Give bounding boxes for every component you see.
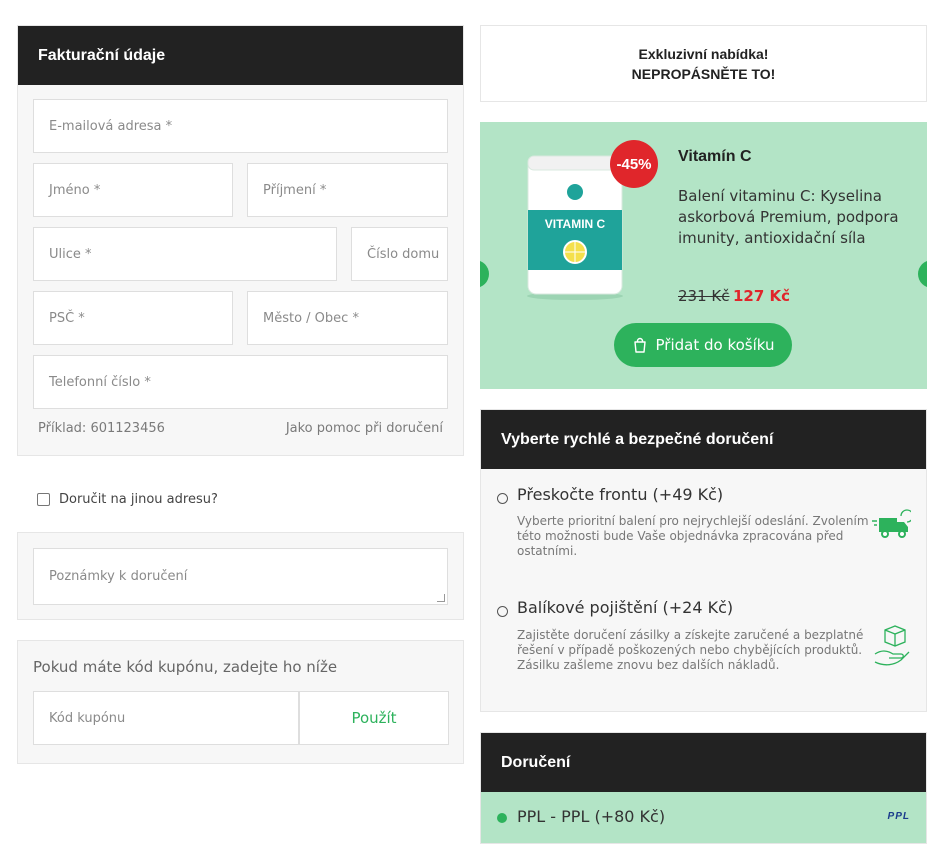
old-price: 231 Kč <box>678 287 730 305</box>
email-field[interactable]: E-mailová adresa * <box>33 99 448 153</box>
fast-truck-icon <box>872 509 911 538</box>
phone-field[interactable]: Telefonní číslo * <box>33 355 448 409</box>
street-placeholder: Ulice * <box>49 246 92 262</box>
notes-placeholder: Poznámky k doručení <box>49 569 188 584</box>
product-promo: VITAMIN C -45% Vitamín C Balení vitaminu… <box>480 122 927 389</box>
carousel-next-button[interactable] <box>918 260 927 288</box>
coupon-input[interactable]: Kód kupónu <box>33 691 299 745</box>
priority-option-description: Vyberte prioritní balení pro nejrychlejš… <box>517 514 869 558</box>
shipping-panel: Doručení PPL - PPL (+80 Kč) PPL <box>480 732 927 844</box>
last-name-field[interactable]: Příjmení * <box>247 163 448 217</box>
apply-coupon-button[interactable]: Použít <box>299 691 449 745</box>
last-name-placeholder: Příjmení * <box>263 182 327 198</box>
zip-field[interactable]: PSČ * <box>33 291 233 345</box>
billing-title: Fakturační údaje <box>18 26 463 85</box>
coupon-panel: Pokud máte kód kupónu, zadejte ho níže K… <box>17 640 464 764</box>
priority-option-title: Přeskočte frontu (+49 Kč) <box>517 485 724 504</box>
delivery-notes-textarea[interactable]: Poznámky k doručení <box>33 548 448 605</box>
ppl-logo-icon: PPL <box>887 811 910 822</box>
insurance-option-description: Zajistěte doručení zásilky a získejte za… <box>517 628 864 672</box>
ppl-shipping-option[interactable]: PPL - PPL (+80 Kč) PPL <box>481 792 926 843</box>
product-name[interactable]: Vitamín C <box>678 148 752 166</box>
coupon-placeholder: Kód kupónu <box>49 710 126 726</box>
coupon-title: Pokud máte kód kupónu, zadejte ho níže <box>33 658 338 676</box>
city-field[interactable]: Město / Obec * <box>247 291 448 345</box>
delivery-options-title: Vyberte rychlé a bezpečné doručení <box>481 410 926 469</box>
house-number-field[interactable]: Číslo domu <box>351 227 448 281</box>
add-to-cart-label: Přidat do košíku <box>655 336 775 354</box>
billing-panel: Fakturační údaje E-mailová adresa * Jmén… <box>17 25 464 456</box>
zip-placeholder: PSČ * <box>49 310 85 326</box>
ship-to-other-address[interactable]: Doručit na jinou adresu? <box>37 492 218 507</box>
street-field[interactable]: Ulice * <box>33 227 337 281</box>
priority-radio[interactable] <box>497 493 508 504</box>
carousel-prev-button[interactable] <box>480 260 489 288</box>
jar-label: VITAMIN C <box>545 217 606 231</box>
shopping-bag-icon <box>633 337 646 353</box>
insurance-option-title: Balíkové pojištění (+24 Kč) <box>517 598 734 617</box>
ship-other-checkbox[interactable] <box>37 493 50 506</box>
ppl-radio-selected[interactable] <box>497 813 507 823</box>
exclusive-offer-header: Exkluzivní nabídka! NEPROPÁSNĚTE TO! <box>480 25 927 102</box>
insured-package-icon <box>874 625 910 666</box>
offer-line-1: Exkluzivní nabídka! <box>638 45 769 62</box>
email-placeholder: E-mailová adresa * <box>49 118 173 134</box>
shipping-title: Doručení <box>481 733 926 792</box>
ship-other-label: Doručit na jinou adresu? <box>59 492 218 507</box>
product-description: Balení vitaminu C: Kyselina askorbová Pr… <box>678 187 899 247</box>
house-number-placeholder: Číslo domu <box>367 246 440 262</box>
resize-grip-icon[interactable] <box>437 594 445 602</box>
phone-note: Jako pomoc při doručení <box>285 421 443 436</box>
phone-placeholder: Telefonní číslo * <box>49 374 151 390</box>
notes-panel: Poznámky k doručení <box>17 532 464 620</box>
city-placeholder: Město / Obec * <box>263 310 359 326</box>
add-to-cart-button[interactable]: Přidat do košíku <box>614 323 792 367</box>
ppl-option-label: PPL - PPL (+80 Kč) <box>517 807 666 826</box>
new-price: 127 Kč <box>733 287 791 305</box>
phone-example: Příklad: 601123456 <box>38 421 165 436</box>
discount-badge: -45% <box>610 140 658 188</box>
delivery-options-panel: Vyberte rychlé a bezpečné doručení Přesk… <box>480 409 927 712</box>
first-name-field[interactable]: Jméno * <box>33 163 233 217</box>
offer-line-2: NEPROPÁSNĚTE TO! <box>631 65 776 82</box>
insurance-radio[interactable] <box>497 606 508 617</box>
first-name-placeholder: Jméno * <box>49 182 101 198</box>
